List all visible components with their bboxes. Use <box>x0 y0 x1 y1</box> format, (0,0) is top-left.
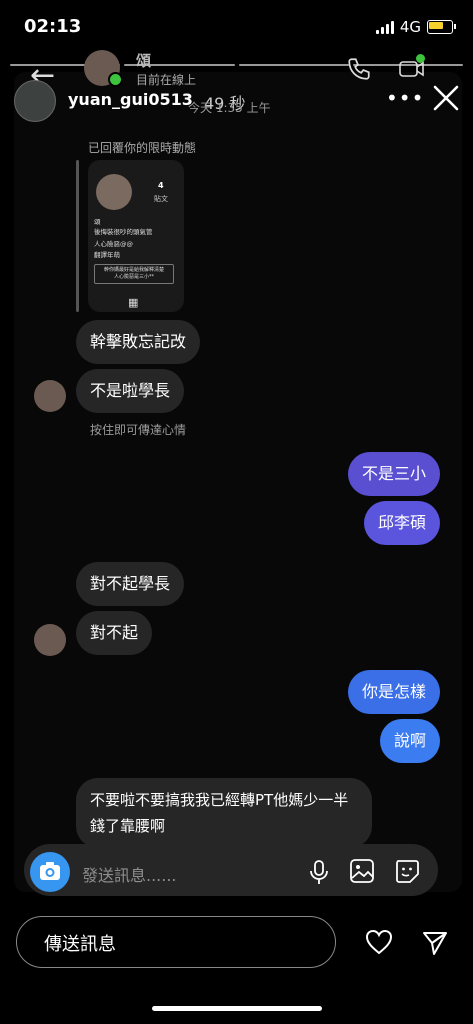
story-card-line: 頌 <box>94 218 101 226</box>
reply-bar <box>76 160 79 312</box>
signal-icon <box>375 20 394 34</box>
story-progress <box>10 64 463 66</box>
story-card-box: 幹你媽最好是給我解釋清楚 人心險惡是三小** <box>94 264 174 284</box>
replied-story-card[interactable]: 4 貼文 頌 後悔裝很吵的頭氣管 人心險惡@@ 翻譯年萌 幹你媽最好是給我解釋清… <box>88 160 184 312</box>
story-card-posts-count: 4 <box>158 181 164 190</box>
camera-icon <box>40 862 60 880</box>
avatar <box>34 624 66 656</box>
image-icon[interactable] <box>349 858 375 884</box>
story-card-line: 人心險惡@@ <box>94 240 133 248</box>
mic-icon[interactable] <box>308 858 330 886</box>
story-username[interactable]: yuan_gui0513 <box>68 90 193 109</box>
story-card-posts-label: 貼文 <box>154 195 168 203</box>
phone-icon <box>348 58 370 80</box>
incoming-message[interactable]: 對不起學長 <box>76 562 185 606</box>
outgoing-message[interactable]: 說啊 <box>379 719 440 763</box>
status-indicators: 4G <box>375 18 456 36</box>
incoming-message[interactable]: 不要啦不要搞我我已經轉PT他媽少一半錢了靠腰啊 <box>76 778 372 848</box>
outgoing-message[interactable]: 你是怎樣 <box>347 670 440 714</box>
outgoing-message[interactable]: 邱李碩 <box>363 501 440 545</box>
dm-contact-name: 頌 <box>136 52 152 70</box>
composer-input[interactable]: 發送訊息...... <box>82 862 177 886</box>
story-card-line: 翻譯年萌 <box>94 251 120 259</box>
story-card-line: 後悔裝很吵的頭氣管 <box>94 228 153 236</box>
heart-icon[interactable] <box>364 928 394 956</box>
outgoing-message[interactable]: 不是三小 <box>347 452 440 496</box>
dm-active-status: 目前在線上 <box>136 73 197 87</box>
story-card-box-line: 人心險惡是三小** <box>113 274 154 280</box>
home-indicator[interactable] <box>152 1006 322 1011</box>
network-label: 4G <box>399 18 421 36</box>
more-icon[interactable]: ••• <box>386 86 424 110</box>
online-indicator <box>108 72 123 87</box>
story-reply-placeholder: 傳送訊息 <box>44 934 116 955</box>
incoming-message[interactable]: 幹擊敗忘記改 <box>76 320 201 364</box>
close-icon[interactable] <box>430 82 462 114</box>
replied-story-label: 已回覆你的限時動態 <box>88 141 197 155</box>
sticker-icon[interactable] <box>394 858 420 884</box>
video-online-dot <box>416 54 425 63</box>
story-user-avatar[interactable] <box>14 80 56 122</box>
avatar <box>34 380 66 412</box>
status-time: 02:13 <box>24 16 82 37</box>
incoming-message[interactable]: 不是啦學長 <box>76 369 185 413</box>
reaction-hint: 按住即可傳達心情 <box>90 423 187 437</box>
story-card-avatar <box>96 174 132 210</box>
camera-button[interactable] <box>30 852 70 892</box>
dm-sent-time: 今天 1:35 上午 <box>188 101 271 115</box>
send-icon[interactable] <box>421 929 449 957</box>
grid-icon: ▦ <box>128 296 139 309</box>
incoming-message[interactable]: 對不起 <box>76 611 153 655</box>
story-card-box-line: 幹你媽最好是給我解釋清楚 <box>103 267 164 273</box>
battery-icon <box>427 20 456 34</box>
